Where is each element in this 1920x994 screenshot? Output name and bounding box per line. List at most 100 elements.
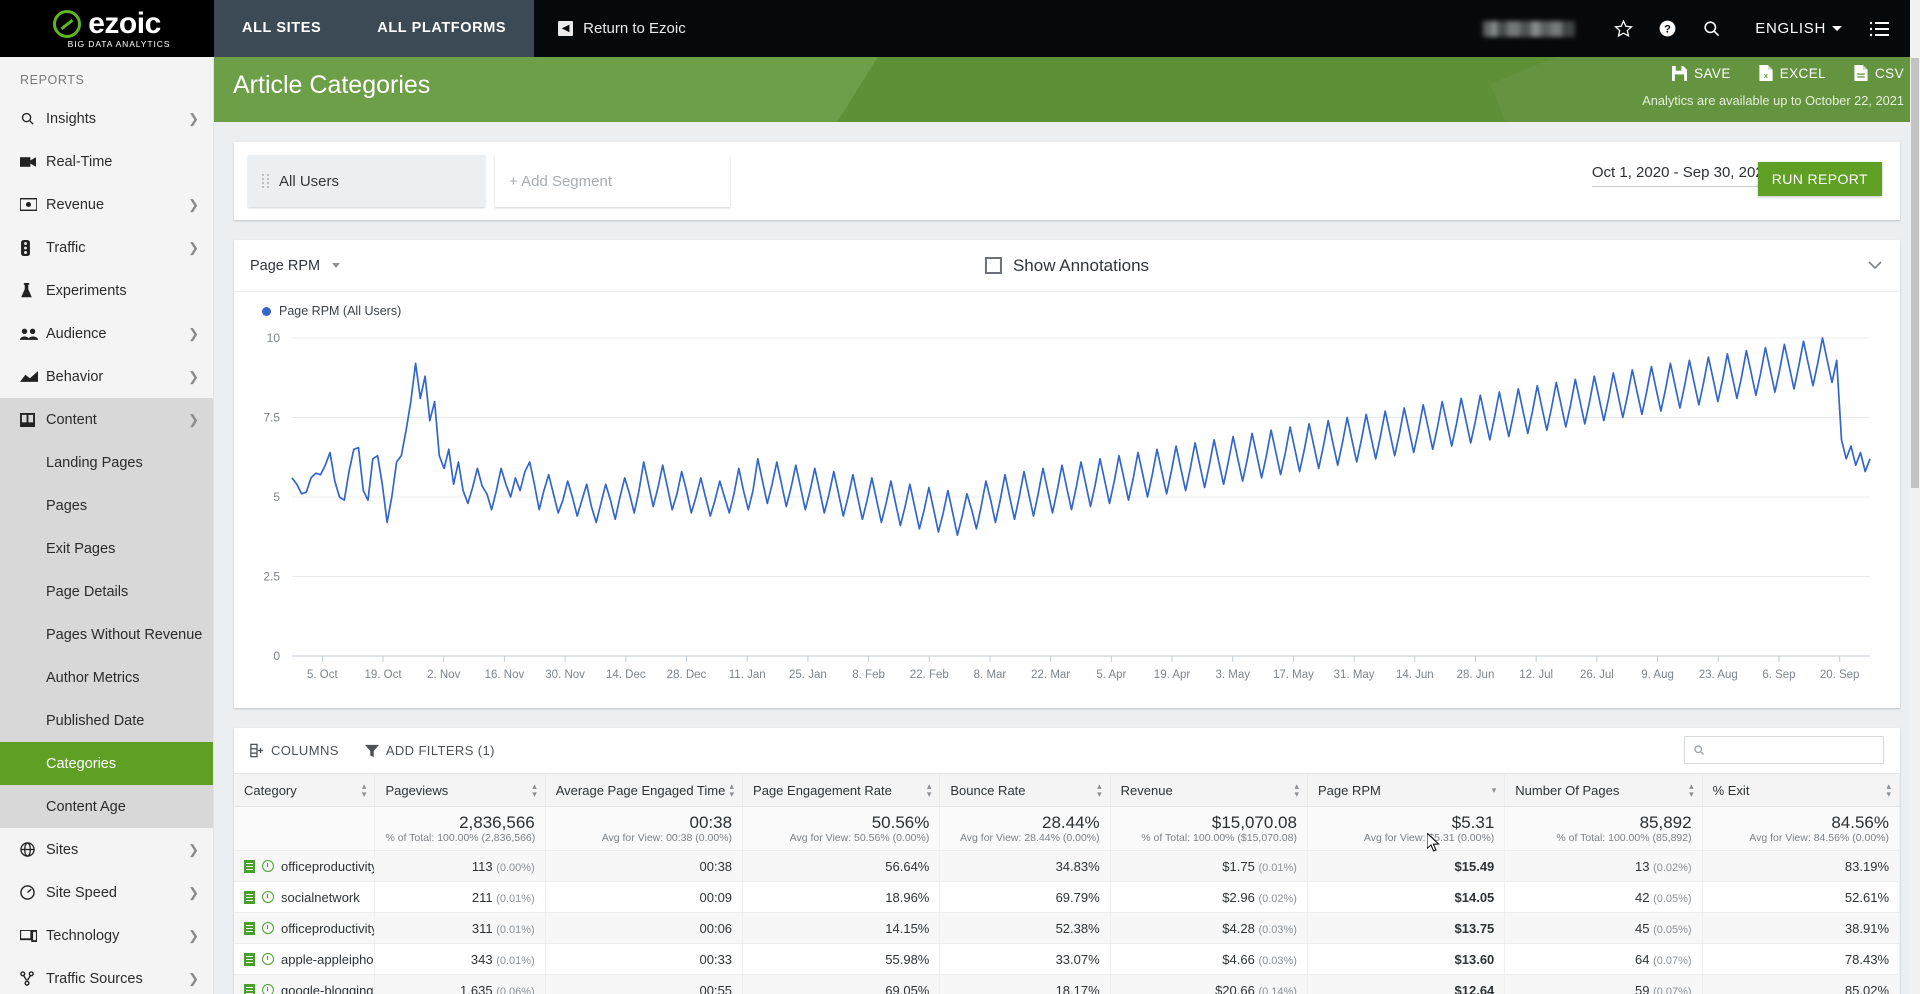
show-annotations-checkbox[interactable] (985, 257, 1002, 274)
sidebar-item-audience[interactable]: Audience ❯ (0, 312, 213, 355)
sidebar-item-label: Traffic (46, 240, 188, 256)
sidebar-item-landing-pages[interactable]: Landing Pages (0, 441, 213, 484)
category-name: officeproductivity (281, 921, 375, 936)
return-to-ezoic-link[interactable]: ◀ Return to Ezoic (534, 0, 710, 57)
brand-logo-block[interactable]: ezoic BIG DATA ANALYTICS (0, 0, 214, 57)
language-selector[interactable]: ENGLISH (1733, 20, 1858, 37)
sort-both-icon[interactable]: ▴▾ (532, 782, 537, 798)
sort-both-icon[interactable]: ▴▾ (1097, 782, 1102, 798)
sidebar-item-traffic-sources[interactable]: Traffic Sources ❯ (0, 957, 213, 994)
excel-export-button[interactable]: x EXCEL (1759, 65, 1826, 81)
clock-icon (262, 860, 274, 872)
sidebar-item-pages[interactable]: Pages (0, 484, 213, 527)
table-search-input[interactable] (1711, 743, 1871, 757)
x-axis-tick-label: 17. May (1273, 669, 1314, 681)
nav-all-sites[interactable]: ALL SITES (214, 0, 349, 57)
table-col-header[interactable]: Category▴▾ (234, 774, 375, 807)
table-col-header[interactable]: Page Engagement Rate▴▾ (743, 774, 940, 807)
sidebar: REPORTS Insights ❯ Real-Time Revenue ❯ T… (0, 57, 214, 994)
cell-engagement-rate: 56.64% (743, 851, 940, 882)
table-col-header[interactable]: Number Of Pages▴▾ (1505, 774, 1702, 807)
sidebar-item-real-time[interactable]: Real-Time (0, 140, 213, 183)
table-row[interactable]: officeproductivity311 (0.01%)00:0614.15%… (234, 913, 1900, 944)
table-col-header[interactable]: Revenue▴▾ (1110, 774, 1307, 807)
chevron-right-icon: ❯ (188, 241, 199, 254)
summary-subtext: Avg for View: 00:38 (0.00%) (556, 832, 732, 845)
star-icon[interactable] (1601, 0, 1645, 57)
sidebar-item-experiments[interactable]: Experiments (0, 269, 213, 312)
segment-all-users[interactable]: All Users (248, 155, 485, 207)
table-row[interactable]: apple-appleiphone7343 (0.01%)00:3355.98%… (234, 944, 1900, 975)
chevron-right-icon: ❯ (188, 327, 199, 340)
sidebar-item-page-details[interactable]: Page Details (0, 570, 213, 613)
sort-both-icon[interactable]: ▴▾ (927, 782, 932, 798)
sort-both-icon[interactable]: ▴▾ (1886, 782, 1891, 798)
cell-revenue: $4.28 (0.03%) (1110, 913, 1307, 944)
revenue-percent: (0.02%) (1258, 893, 1297, 905)
cell-number-of-pages: 64 (0.07%) (1505, 944, 1702, 975)
collapse-chart-icon[interactable] (1868, 257, 1882, 275)
save-button[interactable]: SAVE (1672, 66, 1731, 81)
page-scrollbar[interactable] (1910, 0, 1920, 994)
summary-cell (234, 807, 375, 851)
cell-bounce-rate: 69.79% (940, 882, 1110, 913)
menu-icon[interactable] (1858, 0, 1902, 57)
sidebar-item-sites[interactable]: Sites ❯ (0, 828, 213, 871)
search-icon[interactable] (1689, 0, 1733, 57)
table-search-box[interactable] (1684, 736, 1884, 764)
table-row[interactable]: socialnetwork211 (0.01%)00:0918.96%69.79… (234, 882, 1900, 913)
sort-both-icon[interactable]: ▴▾ (1294, 782, 1299, 798)
help-icon[interactable]: ? (1645, 0, 1689, 57)
pages-percent: (0.05%) (1653, 893, 1692, 905)
table-col-header[interactable]: Bounce Rate▴▾ (940, 774, 1110, 807)
show-annotations-toggle[interactable]: Show Annotations (985, 256, 1149, 276)
svg-text:?: ? (1664, 23, 1671, 35)
columns-button[interactable]: COLUMNS (250, 743, 339, 758)
account-name-blurred[interactable] (1483, 21, 1575, 37)
sort-both-icon[interactable]: ▴▾ (730, 782, 735, 798)
sidebar-item-insights[interactable]: Insights ❯ (0, 97, 213, 140)
sidebar-item-revenue[interactable]: Revenue ❯ (0, 183, 213, 226)
csv-export-button[interactable]: CSV (1854, 65, 1904, 81)
cell-page-rpm: $13.75 (1307, 913, 1504, 944)
nav-all-platforms[interactable]: ALL PLATFORMS (349, 0, 534, 57)
sidebar-item-published-date[interactable]: Published Date (0, 699, 213, 742)
sort-both-icon[interactable]: ▴▾ (362, 782, 367, 798)
table-col-header[interactable]: Average Page Engaged Time▴▾ (545, 774, 742, 807)
sidebar-item-exit-pages[interactable]: Exit Pages (0, 527, 213, 570)
table-col-header[interactable]: Pageviews▴▾ (375, 774, 545, 807)
filter-icon (365, 744, 379, 758)
cell-page-rpm: $13.60 (1307, 944, 1504, 975)
sidebar-item-pages-without-revenue[interactable]: Pages Without Revenue (0, 613, 213, 656)
pageviews-percent: (0.01%) (496, 924, 535, 936)
cell-pageviews: 113 (0.00%) (375, 851, 545, 882)
pages-percent: (0.07%) (1653, 986, 1692, 994)
table-row[interactable]: google-blogging1,635 (0.06%)00:5569.05%1… (234, 975, 1900, 994)
cell-exit-percent: 52.61% (1702, 882, 1899, 913)
table-col-header[interactable]: Page RPM▾ (1307, 774, 1504, 807)
sort-both-icon[interactable]: ▴▾ (1689, 782, 1694, 798)
x-axis-tick-label: 19. Oct (364, 669, 402, 681)
revenue-percent: (0.14%) (1258, 986, 1297, 994)
sidebar-item-content[interactable]: Content ❯ (0, 398, 213, 441)
sidebar-item-site-speed[interactable]: Site Speed ❯ (0, 871, 213, 914)
add-segment-button[interactable]: + Add Segment (495, 155, 730, 207)
sidebar-item-traffic[interactable]: Traffic ❯ (0, 226, 213, 269)
table-row[interactable]: officeproductivity-pdf113 (0.00%)00:3856… (234, 851, 1900, 882)
sort-desc-icon[interactable]: ▾ (1492, 786, 1497, 794)
clock-icon (262, 984, 274, 994)
sidebar-item-categories[interactable]: Categories (0, 742, 213, 785)
sidebar-item-author-metrics[interactable]: Author Metrics (0, 656, 213, 699)
x-axis-tick-label: 22. Mar (1031, 669, 1070, 681)
cell-pageviews: 211 (0.01%) (375, 882, 545, 913)
add-filters-button[interactable]: ADD FILTERS (1) (365, 743, 495, 758)
run-report-button[interactable]: RUN REPORT (1758, 162, 1882, 196)
chevron-right-icon: ❯ (188, 198, 199, 211)
metric-selector[interactable]: Page RPM (250, 258, 340, 274)
sidebar-item-technology[interactable]: Technology ❯ (0, 914, 213, 957)
scrollbar-thumb[interactable] (1911, 58, 1919, 488)
sidebar-item-content-age[interactable]: Content Age (0, 785, 213, 828)
sidebar-item-behavior[interactable]: Behavior ❯ (0, 355, 213, 398)
chart-plot-area[interactable]: 02.557.5105. Oct19. Oct2. Nov16. Nov30. … (234, 318, 1900, 708)
table-col-header[interactable]: % Exit▴▾ (1702, 774, 1899, 807)
